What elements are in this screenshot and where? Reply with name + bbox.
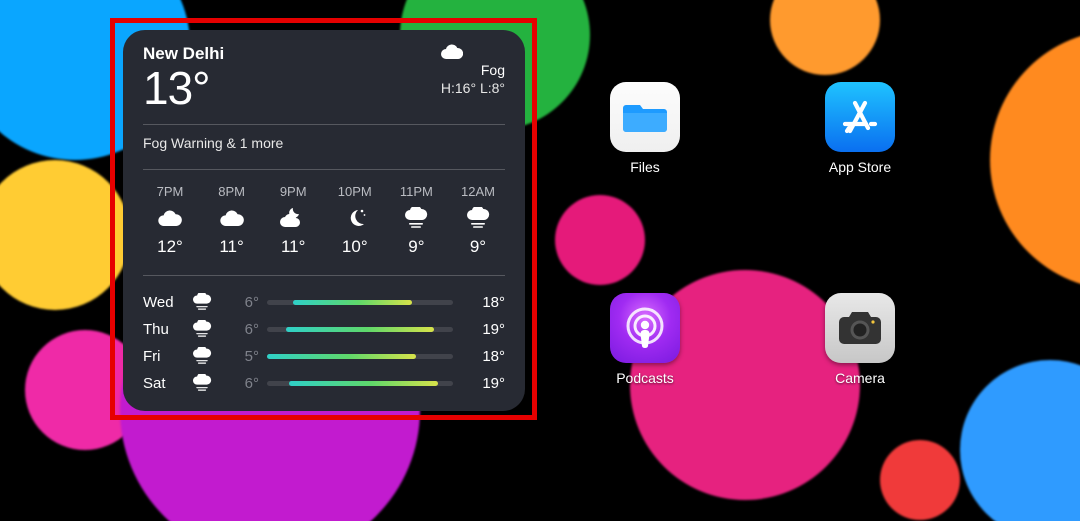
divider <box>143 124 505 125</box>
cloud-icon <box>220 207 244 229</box>
app-camera[interactable]: Camera <box>805 293 915 386</box>
daily-low: 5° <box>225 348 267 365</box>
files-icon <box>610 82 680 152</box>
daily-low: 6° <box>225 321 267 338</box>
cloud-fog-icon <box>191 374 225 392</box>
daily-day: Sat <box>143 375 191 392</box>
hourly-time: 7PM <box>157 184 184 199</box>
cloud-fog-icon <box>191 347 225 365</box>
daily-row: Fri 5° 18° <box>143 344 505 368</box>
hourly-slot: 12AM 9° <box>451 184 505 257</box>
divider <box>143 169 505 170</box>
daily-row: Wed 6° 18° <box>143 290 505 314</box>
moon-stars-icon <box>344 207 366 229</box>
daily-row: Thu 6° 19° <box>143 317 505 341</box>
weather-current-temp: 13° <box>143 64 224 112</box>
daily-day: Fri <box>143 348 191 365</box>
divider <box>143 275 505 276</box>
app-podcasts[interactable]: Podcasts <box>590 293 700 386</box>
hourly-slot: 9PM 11° <box>266 184 320 257</box>
hourly-time: 8PM <box>218 184 245 199</box>
weather-alert[interactable]: Fog Warning & 1 more <box>143 133 505 157</box>
app-files[interactable]: Files <box>590 82 700 175</box>
cloud-moon-icon <box>280 207 306 229</box>
hourly-time: 10PM <box>338 184 372 199</box>
hourly-temp: 10° <box>342 237 368 257</box>
app-label: Files <box>630 159 660 175</box>
hourly-temp: 11° <box>281 237 305 257</box>
weather-hilo: H:16° L:8° <box>441 80 505 96</box>
cloud-icon <box>158 207 182 229</box>
temp-range-bar <box>267 354 453 359</box>
app-label: Camera <box>835 370 885 386</box>
podcasts-icon <box>610 293 680 363</box>
app-label: Podcasts <box>616 370 674 386</box>
app-appstore[interactable]: App Store <box>805 82 915 175</box>
cloud-icon <box>441 44 505 60</box>
daily-forecast[interactable]: Wed 6° 18° Thu 6° 19° Fri 5° 18° Sat 6° … <box>143 284 505 395</box>
hourly-time: 9PM <box>280 184 307 199</box>
hourly-slot: 8PM 11° <box>205 184 259 257</box>
hourly-time: 12AM <box>461 184 495 199</box>
hourly-temp: 9° <box>470 237 486 257</box>
daily-row: Sat 6° 19° <box>143 371 505 395</box>
temp-range-bar <box>267 327 453 332</box>
hourly-slot: 10PM 10° <box>328 184 382 257</box>
cloud-fog-icon <box>466 207 490 229</box>
daily-high: 19° <box>467 375 505 392</box>
daily-high: 18° <box>467 294 505 311</box>
app-label: App Store <box>829 159 891 175</box>
hourly-temp: 11° <box>219 237 243 257</box>
daily-low: 6° <box>225 294 267 311</box>
daily-day: Wed <box>143 294 191 311</box>
camera-icon <box>825 293 895 363</box>
daily-high: 19° <box>467 321 505 338</box>
temp-range-bar <box>267 381 453 386</box>
appstore-icon <box>825 82 895 152</box>
weather-widget[interactable]: New Delhi 13° Fog H:16° L:8° Fog Warning… <box>123 30 525 411</box>
weather-location: New Delhi <box>143 44 224 64</box>
weather-condition: Fog <box>441 62 505 78</box>
hourly-time: 11PM <box>400 184 433 199</box>
hourly-forecast[interactable]: 7PM 12° 8PM 11° 9PM 11° 10PM 10° 11PM 9°… <box>143 178 505 263</box>
daily-high: 18° <box>467 348 505 365</box>
hourly-slot: 7PM 12° <box>143 184 197 257</box>
daily-day: Thu <box>143 321 191 338</box>
hourly-temp: 12° <box>157 237 183 257</box>
hourly-slot: 11PM 9° <box>389 184 443 257</box>
temp-range-bar <box>267 300 453 305</box>
cloud-fog-icon <box>404 207 428 229</box>
hourly-temp: 9° <box>408 237 424 257</box>
daily-low: 6° <box>225 375 267 392</box>
cloud-fog-icon <box>191 320 225 338</box>
cloud-fog-icon <box>191 293 225 311</box>
